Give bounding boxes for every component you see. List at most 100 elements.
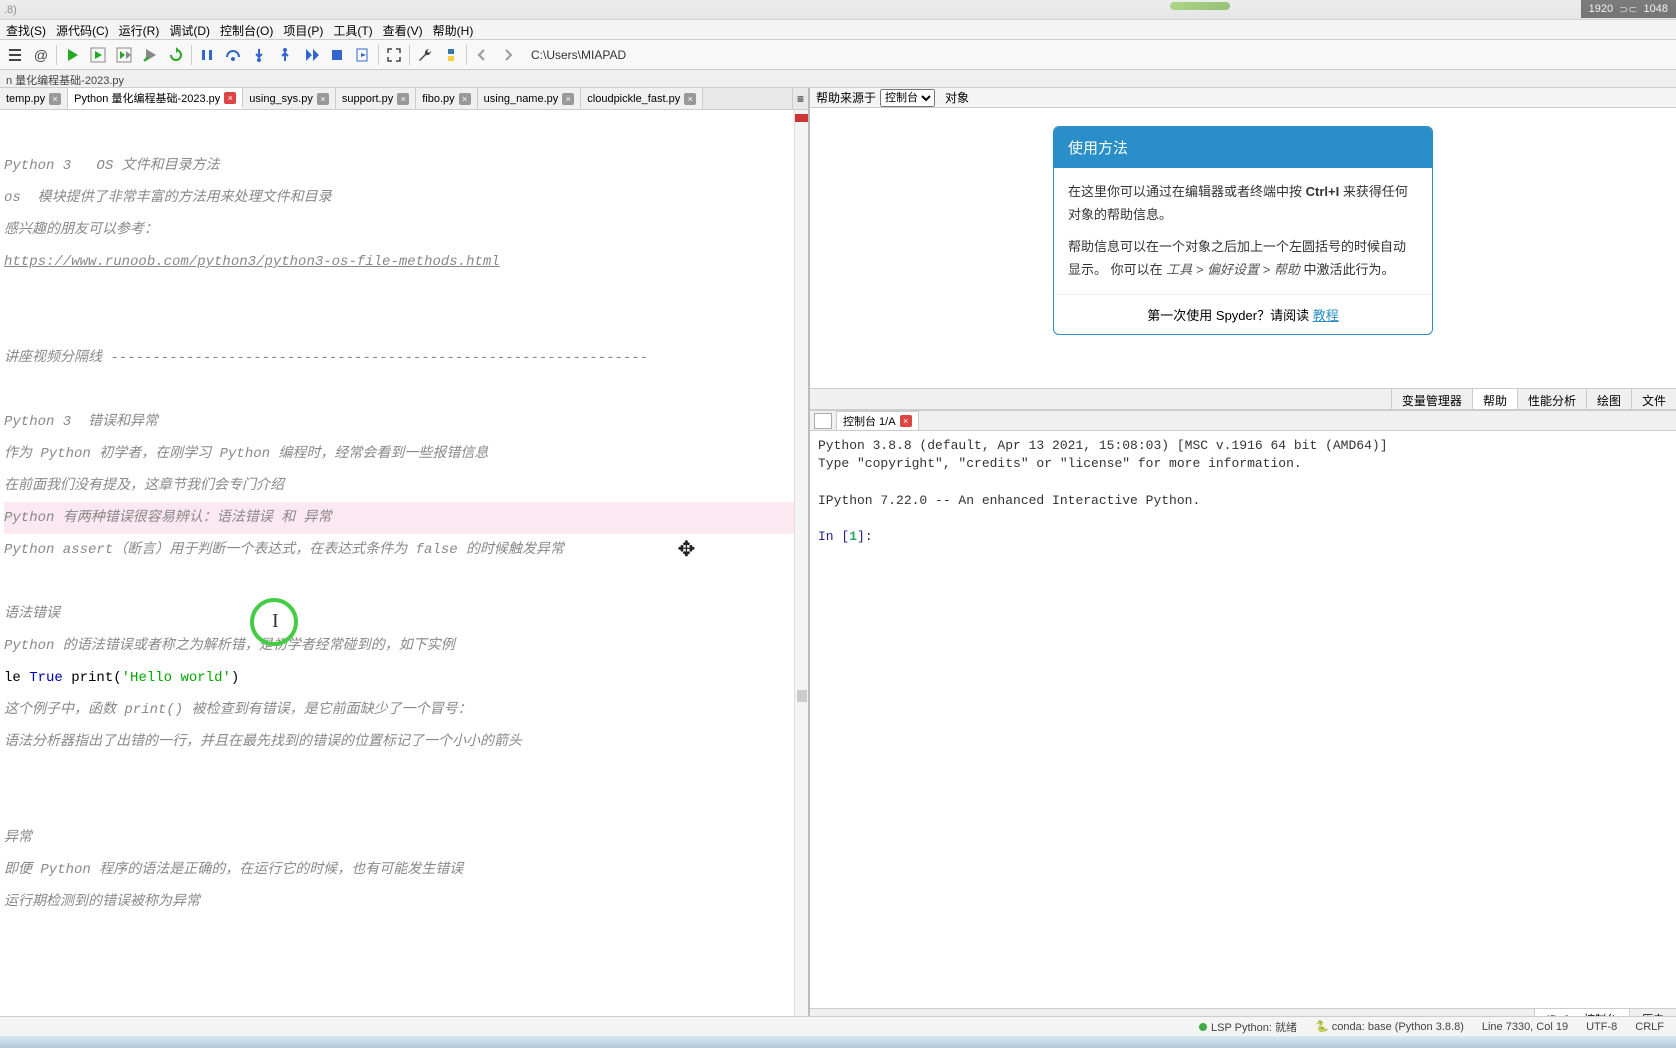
- menu-view[interactable]: 查看(V): [383, 22, 423, 37]
- python-icon[interactable]: [440, 44, 462, 66]
- menu-help[interactable]: 帮助(H): [433, 22, 474, 37]
- code-line: 感兴趣的朋友可以参考：: [4, 214, 804, 246]
- rerun-icon[interactable]: [165, 44, 187, 66]
- code-line: [4, 374, 804, 406]
- code-editor[interactable]: Python 3 OS 文件和目录方法 os 模块提供了非常丰富的方法用来处理文…: [0, 110, 808, 1028]
- run-cell-advance-icon[interactable]: [113, 44, 135, 66]
- editor-scrollbar[interactable]: [794, 110, 808, 1028]
- tab-using-sys[interactable]: using_sys.py ×: [243, 88, 336, 109]
- tab-cloudpickle[interactable]: cloudpickle_fast.py ×: [581, 88, 703, 109]
- menu-search[interactable]: 查找(S): [6, 22, 46, 37]
- file-path-text: n 量化编程基础-2023.py: [6, 75, 124, 87]
- menu-debug[interactable]: 调试(D): [169, 22, 210, 37]
- step-over-icon[interactable]: [222, 44, 244, 66]
- tab-label: using_sys.py: [249, 93, 313, 105]
- continue-icon[interactable]: [300, 44, 322, 66]
- code-line: [4, 118, 804, 150]
- debug-file-icon[interactable]: [352, 44, 374, 66]
- help-source-bar: 帮助来源于 控制台 对象: [810, 88, 1676, 108]
- menu-run[interactable]: 运行(R): [119, 22, 160, 37]
- tab-support[interactable]: support.py ×: [336, 88, 416, 109]
- help-object-label: 对象: [945, 89, 969, 106]
- editor-tabs: temp.py × Python 量化编程基础-2023.py × using_…: [0, 88, 808, 110]
- code-line: Python assert（断言）用于判断一个表达式，在表达式条件为 false…: [4, 534, 804, 566]
- tab-variable-explorer[interactable]: 变量管理器: [1391, 389, 1472, 409]
- right-pane-tabs: 变量管理器 帮助 性能分析 绘图 文件: [810, 388, 1676, 410]
- title-text: .8): [4, 4, 17, 16]
- console-output[interactable]: Python 3.8.8 (default, Apr 13 2021, 15:0…: [810, 431, 1676, 1008]
- code-line: os 模块提供了非常丰富的方法用来处理文件和目录: [4, 182, 804, 214]
- tab-using-name[interactable]: using_name.py ×: [478, 88, 582, 109]
- close-icon[interactable]: ×: [224, 92, 236, 104]
- scroll-error-mark: [795, 114, 808, 122]
- close-icon[interactable]: ×: [459, 93, 471, 105]
- code-line: 在前面我们没有提及，这章节我们会专门介绍: [4, 470, 804, 502]
- maximize-icon[interactable]: [383, 44, 405, 66]
- run-icon[interactable]: [61, 44, 83, 66]
- url-text: https://www.runoob.com/python3/python3-o…: [4, 254, 500, 270]
- run-cell-icon[interactable]: [87, 44, 109, 66]
- help-card: 使用方法 在这里你可以通过在编辑器或者终端中按 Ctrl+I 来获得任何对象的帮…: [1053, 126, 1433, 335]
- scroll-thumb[interactable]: [797, 690, 807, 702]
- code-line: [4, 278, 804, 310]
- tutorial-link[interactable]: 教程: [1313, 308, 1339, 323]
- console-browse-icon[interactable]: [814, 413, 832, 429]
- menu-console[interactable]: 控制台(O): [220, 22, 273, 37]
- console-pane: 控制台 1/A × Python 3.8.8 (default, Apr 13 …: [810, 410, 1676, 1028]
- menu-tools[interactable]: 工具(T): [333, 22, 372, 37]
- tab-fibo[interactable]: fibo.py ×: [416, 88, 477, 109]
- code-line: [4, 758, 804, 790]
- code-line: 讲座视频分隔线 --------------------------------…: [4, 342, 804, 374]
- help-card-footer: 第一次使用 Spyder？请阅读 教程: [1054, 294, 1432, 334]
- close-icon[interactable]: ×: [397, 93, 409, 105]
- at-icon[interactable]: @: [30, 44, 52, 66]
- tab-plots[interactable]: 绘图: [1586, 389, 1631, 409]
- code-line: [4, 790, 804, 822]
- wrench-icon[interactable]: [414, 44, 436, 66]
- help-source-select[interactable]: 控制台: [880, 89, 935, 107]
- tab-label: fibo.py: [422, 93, 454, 105]
- code-line: Python 3 错误和异常: [4, 406, 804, 438]
- tab-files[interactable]: 文件: [1631, 389, 1676, 409]
- stop-icon[interactable]: [326, 44, 348, 66]
- menu-bar: 查找(S) 源代码(C) 运行(R) 调试(D) 控制台(O) 项目(P) 工具…: [0, 20, 1676, 40]
- os-taskbar[interactable]: [0, 1036, 1676, 1048]
- back-arrow-icon[interactable]: [471, 44, 493, 66]
- close-icon[interactable]: ×: [684, 93, 696, 105]
- status-dot-icon: [1199, 1023, 1207, 1031]
- status-conda: 🐍 conda: base (Python 3.8.8): [1315, 1020, 1464, 1033]
- help-panel: 使用方法 在这里你可以通过在编辑器或者终端中按 Ctrl+I 来获得任何对象的帮…: [810, 108, 1676, 388]
- tab-help[interactable]: 帮助: [1472, 389, 1517, 409]
- tab-profiler[interactable]: 性能分析: [1517, 389, 1586, 409]
- help-card-title: 使用方法: [1054, 127, 1432, 168]
- tab-label: temp.py: [6, 93, 45, 105]
- console-tab-label: 控制台 1/A: [843, 413, 896, 429]
- code-line: le True print('Hello world'): [4, 662, 804, 694]
- close-icon[interactable]: ×: [900, 415, 912, 427]
- code-line: 运行期检测到的错误被称为异常: [4, 886, 804, 918]
- status-encoding: UTF-8: [1586, 1021, 1617, 1033]
- code-line: 这个例子中，函数 print() 被检查到有错误，是它前面缺少了一个冒号：: [4, 694, 804, 726]
- forward-arrow-icon[interactable]: [497, 44, 519, 66]
- tab-main-active[interactable]: Python 量化编程基础-2023.py ×: [68, 88, 243, 109]
- help-card-body: 在这里你可以通过在编辑器或者终端中按 Ctrl+I 来获得任何对象的帮助信息。 …: [1054, 168, 1432, 294]
- toolbar: @ C:\Users\MIAPAD: [0, 40, 1676, 70]
- tabs-overflow-icon[interactable]: ≡: [792, 88, 808, 109]
- menu-project[interactable]: 项目(P): [283, 22, 323, 37]
- console-tab[interactable]: 控制台 1/A ×: [836, 411, 919, 430]
- code-line: 语法错误: [4, 598, 804, 630]
- debug-pause-icon[interactable]: [196, 44, 218, 66]
- close-icon[interactable]: ×: [49, 93, 61, 105]
- close-icon[interactable]: ×: [562, 93, 574, 105]
- menu-source[interactable]: 源代码(C): [56, 22, 109, 37]
- run-selection-icon[interactable]: [139, 44, 161, 66]
- list-icon[interactable]: [4, 44, 26, 66]
- status-line-col: Line 7330, Col 19: [1482, 1021, 1568, 1033]
- tab-temp[interactable]: temp.py ×: [0, 88, 68, 109]
- close-icon[interactable]: ×: [317, 93, 329, 105]
- code-line: [4, 310, 804, 342]
- step-out-icon[interactable]: [274, 44, 296, 66]
- tab-label: cloudpickle_fast.py: [587, 93, 680, 105]
- step-into-icon[interactable]: [248, 44, 270, 66]
- working-dir-path: C:\Users\MIAPAD: [531, 48, 1672, 62]
